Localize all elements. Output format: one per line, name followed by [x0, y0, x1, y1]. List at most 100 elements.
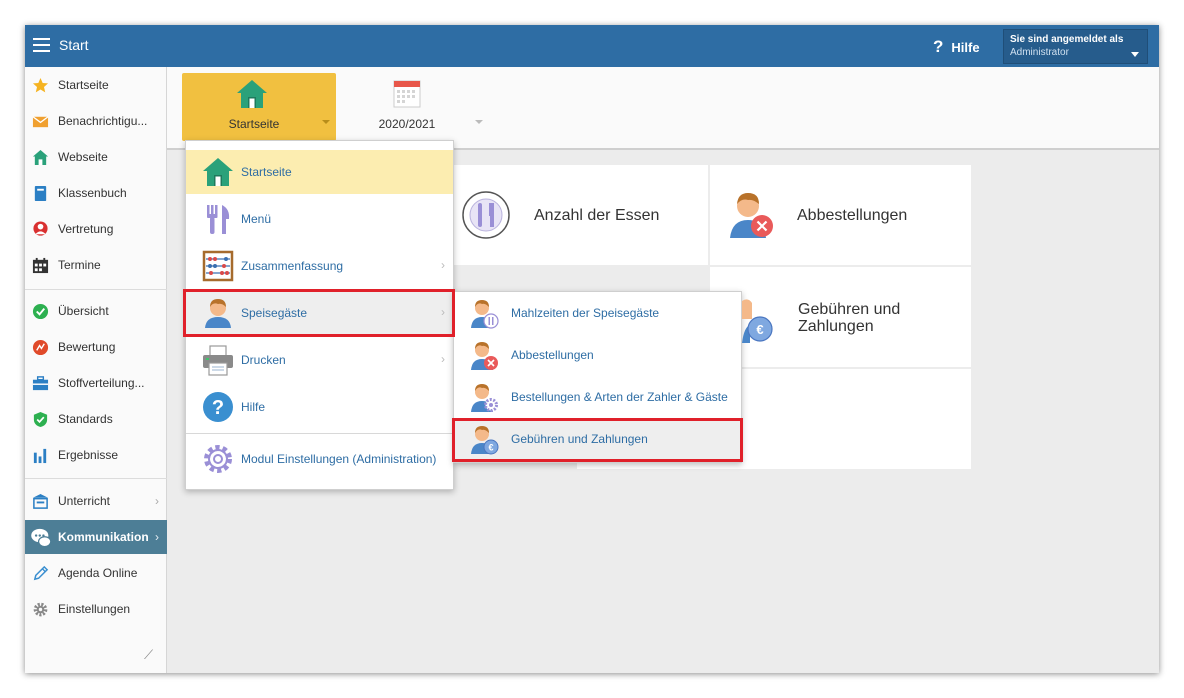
tile-abbestellungen[interactable]: Abbestellungen: [710, 165, 971, 265]
house-icon: [32, 149, 49, 166]
person-meal-icon: [471, 300, 499, 329]
sidebar-item-kommunikation[interactable]: Kommunikation ›: [25, 520, 167, 554]
envelope-icon: [32, 116, 49, 128]
submenu-item-abbestellungen[interactable]: Abbestellungen: [454, 334, 741, 376]
user-name: Administrator: [1010, 47, 1069, 58]
sidebar-item-standards[interactable]: Standards: [25, 402, 167, 436]
tile-gebuehren-label-line1: Gebühren und: [798, 301, 901, 318]
submenu-item-label: Gebühren und Zahlungen: [511, 432, 648, 446]
sidebar-item-label: Klassenbuch: [58, 186, 127, 200]
sidebar-item-uebersicht[interactable]: Übersicht: [25, 294, 167, 328]
sidebar-item-ergebnisse[interactable]: Ergebnisse: [25, 438, 167, 472]
tile-gebuehren-label-line2: Zahlungen: [798, 318, 874, 335]
svg-text:?: ?: [212, 397, 224, 419]
menu-item-label: Speisegäste: [241, 306, 308, 320]
check-circle-icon: [32, 303, 49, 320]
sidebar-item-benachrichtigungen[interactable]: Benachrichtigu...: [25, 104, 167, 138]
sidebar-item-label: Unterricht: [58, 494, 111, 508]
help-circle-icon: ?: [203, 392, 233, 422]
classroom-icon: [32, 493, 49, 509]
chevron-right-icon: ›: [155, 494, 159, 508]
sidebar-item-termine[interactable]: Termine: [25, 248, 167, 282]
menu-item-drucken[interactable]: Drucken ›: [186, 338, 453, 382]
chevron-right-icon: ›: [155, 530, 159, 544]
menu-item-modul-einstellungen[interactable]: Modul Einstellungen (Administration): [186, 437, 453, 481]
submenu-item-label: Abbestellungen: [511, 348, 594, 362]
speisegaeste-submenu: Mahlzeiten der Speisegäste Abbestellunge…: [453, 291, 742, 463]
menu-item-label: Zusammenfassung: [241, 259, 344, 273]
chevron-right-icon: ›: [441, 258, 445, 272]
menu-item-speisegaeste[interactable]: Speisegäste ›: [186, 291, 453, 335]
help-link[interactable]: ? Hilfe: [933, 37, 980, 57]
app-title: Start: [59, 37, 89, 53]
shield-check-icon: [33, 411, 48, 428]
gear-icon: [33, 602, 48, 617]
sidebar-item-startseite[interactable]: Startseite: [25, 68, 167, 102]
caret-down-icon: [322, 120, 330, 124]
rating-icon: [32, 339, 49, 356]
sidebar-item-unterricht[interactable]: Unterricht ›: [25, 484, 167, 518]
person-cancel-icon: [471, 342, 498, 370]
person-euro-icon: €: [742, 299, 773, 343]
submenu-item-label: Bestellungen & Arten der Zahler & Gäste: [511, 390, 728, 404]
sidebar-item-label: Übersicht: [58, 304, 109, 318]
sidebar-item-agenda-online[interactable]: Agenda Online: [25, 556, 167, 590]
sidebar-divider: [25, 289, 167, 290]
user-dropdown[interactable]: Sie sind angemeldet als Administrator: [1003, 29, 1148, 64]
app-window: Start ? Hilfe Sie sind angemeldet als Adm…: [25, 25, 1159, 673]
sidebar-item-einstellungen[interactable]: Einstellungen: [25, 592, 167, 626]
chevron-right-icon: ›: [441, 352, 445, 366]
sidebar-item-bewertung[interactable]: Bewertung: [25, 330, 167, 364]
cutlery-icon: [207, 205, 230, 234]
sidebar: Startseite Benachrichtigu... Webseite Kl…: [25, 67, 167, 673]
tab-startseite[interactable]: Startseite: [182, 73, 336, 141]
sidebar-item-label: Termine: [58, 258, 101, 272]
hamburger-menu-icon[interactable]: [33, 38, 50, 52]
sidebar-item-stoffverteilung[interactable]: Stoffverteilung...: [25, 366, 167, 400]
sidebar-item-label: Benachrichtigu...: [58, 114, 148, 128]
tile-anzahl-der-essen[interactable]: Anzahl der Essen: [454, 165, 708, 265]
menu-item-zusammenfassung[interactable]: Zusammenfassung ›: [186, 244, 453, 288]
menu-item-menue[interactable]: Menü: [186, 197, 453, 241]
book-icon: [34, 185, 47, 202]
person-cancel-icon: [730, 193, 773, 238]
plate-cutlery-icon: [462, 191, 510, 239]
calendar-icon: [32, 257, 49, 274]
chat-icon: [31, 528, 52, 548]
collapse-sidebar-icon[interactable]: ⟋: [144, 647, 153, 663]
sidebar-item-label: Agenda Online: [58, 566, 138, 580]
chevron-right-icon: ›: [441, 305, 445, 319]
sidebar-item-klassenbuch[interactable]: Klassenbuch: [25, 176, 167, 210]
submenu-item-mahlzeiten[interactable]: Mahlzeiten der Speisegäste: [454, 292, 741, 334]
pen-icon: [33, 565, 49, 581]
sidebar-item-label: Webseite: [58, 150, 108, 164]
bar-chart-icon: [33, 448, 47, 464]
svg-text:€: €: [488, 443, 493, 453]
calendar-icon: [393, 80, 421, 108]
svg-text:€: €: [756, 322, 763, 337]
sidebar-divider: [25, 478, 167, 479]
tab-school-year[interactable]: 2020/2021: [362, 73, 492, 141]
sidebar-item-label: Bewertung: [58, 340, 116, 354]
sidebar-item-label: Kommunikation: [58, 530, 149, 544]
submenu-item-bestellungen-arten[interactable]: Bestellungen & Arten der Zahler & Gäste: [454, 376, 741, 418]
sidebar-item-label: Stoffverteilung...: [58, 376, 145, 390]
menu-item-hilfe[interactable]: ? Hilfe: [186, 385, 453, 429]
sidebar-item-webseite[interactable]: Webseite: [25, 140, 167, 174]
help-label: Hilfe: [951, 40, 980, 55]
menu-item-startseite[interactable]: Startseite: [186, 150, 453, 194]
caret-down-icon: [1131, 52, 1139, 57]
abacus-icon: [202, 250, 234, 282]
menu-item-label: Hilfe: [241, 400, 266, 414]
briefcase-icon: [32, 376, 49, 391]
startseite-dropdown-menu: Startseite Menü Zusammenfassung › Speise…: [185, 140, 454, 490]
menu-item-label: Modul Einstellungen (Administration): [241, 452, 437, 466]
user-caption: Sie sind angemeldet als: [1010, 34, 1124, 45]
caret-down-icon: [475, 120, 483, 124]
top-bar: Start ? Hilfe Sie sind angemeldet als Adm…: [25, 25, 1159, 67]
sidebar-item-label: Standards: [58, 412, 113, 426]
sidebar-item-vertretung[interactable]: Vertretung: [25, 212, 167, 246]
module-header: Startseite 2020/2021: [167, 67, 1159, 150]
submenu-item-gebuehren-und-zahlungen[interactable]: € Gebühren und Zahlungen: [454, 418, 741, 460]
tile-abbestellungen-label: Abbestellungen: [797, 207, 908, 224]
